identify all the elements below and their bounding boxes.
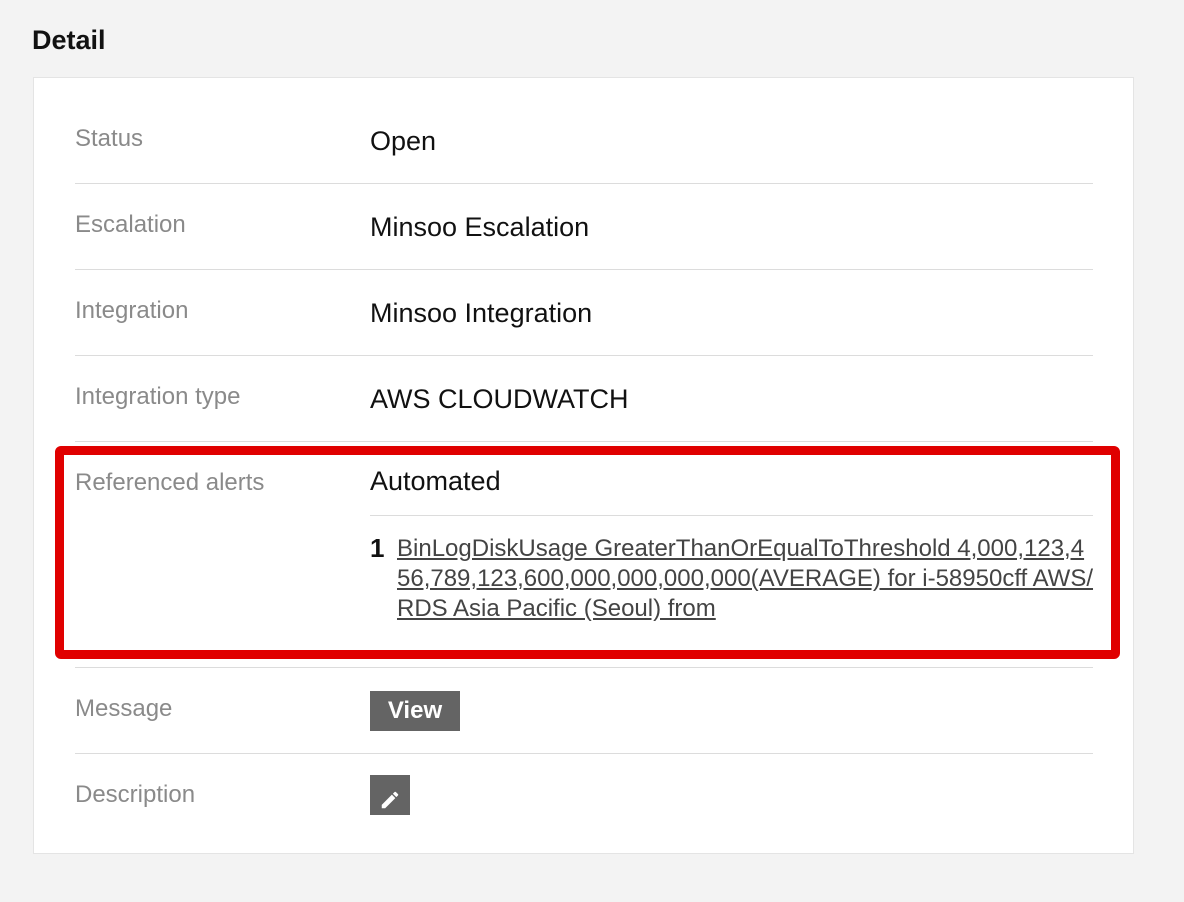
edit-description-button[interactable] — [370, 775, 410, 815]
integration-type-label: Integration type — [75, 383, 241, 410]
message-row: Message View — [75, 668, 1093, 754]
integration-value: Minsoo Integration — [370, 298, 593, 328]
status-value: Open — [370, 126, 437, 156]
escalation-label: Escalation — [75, 211, 186, 238]
description-row: Description — [75, 754, 1093, 840]
message-label: Message — [75, 695, 173, 722]
section-title: Detail — [32, 25, 106, 55]
status-label: Status — [75, 125, 144, 152]
integration-type-row: Integration type AWS CLOUDWATCH — [75, 356, 1093, 442]
referenced-alerts-mode: Automated — [370, 466, 501, 496]
integration-label: Integration — [75, 297, 189, 324]
alert-divider — [370, 515, 1093, 516]
integration-row: Integration Minsoo Integration — [75, 270, 1093, 356]
description-label: Description — [75, 781, 196, 808]
view-message-button[interactable]: View — [370, 691, 460, 731]
detail-panel: Status Open Escalation Minsoo Escalation… — [33, 77, 1134, 854]
status-row: Status Open — [75, 78, 1093, 184]
alert-link[interactable]: BinLogDiskUsage GreaterThanOrEqualToThre… — [397, 534, 1095, 624]
pencil-icon — [381, 791, 399, 808]
escalation-row: Escalation Minsoo Escalation — [75, 184, 1093, 270]
integration-type-value: AWS CLOUDWATCH — [370, 384, 629, 414]
referenced-alerts-label: Referenced alerts — [75, 469, 265, 496]
escalation-value: Minsoo Escalation — [370, 212, 590, 242]
alert-number: 1 — [370, 533, 385, 563]
alert-list-item: 1 BinLogDiskUsage GreaterThanOrEqualToTh… — [370, 533, 1095, 624]
referenced-alerts-row: Referenced alerts Automated 1 BinLogDisk… — [75, 442, 1093, 668]
